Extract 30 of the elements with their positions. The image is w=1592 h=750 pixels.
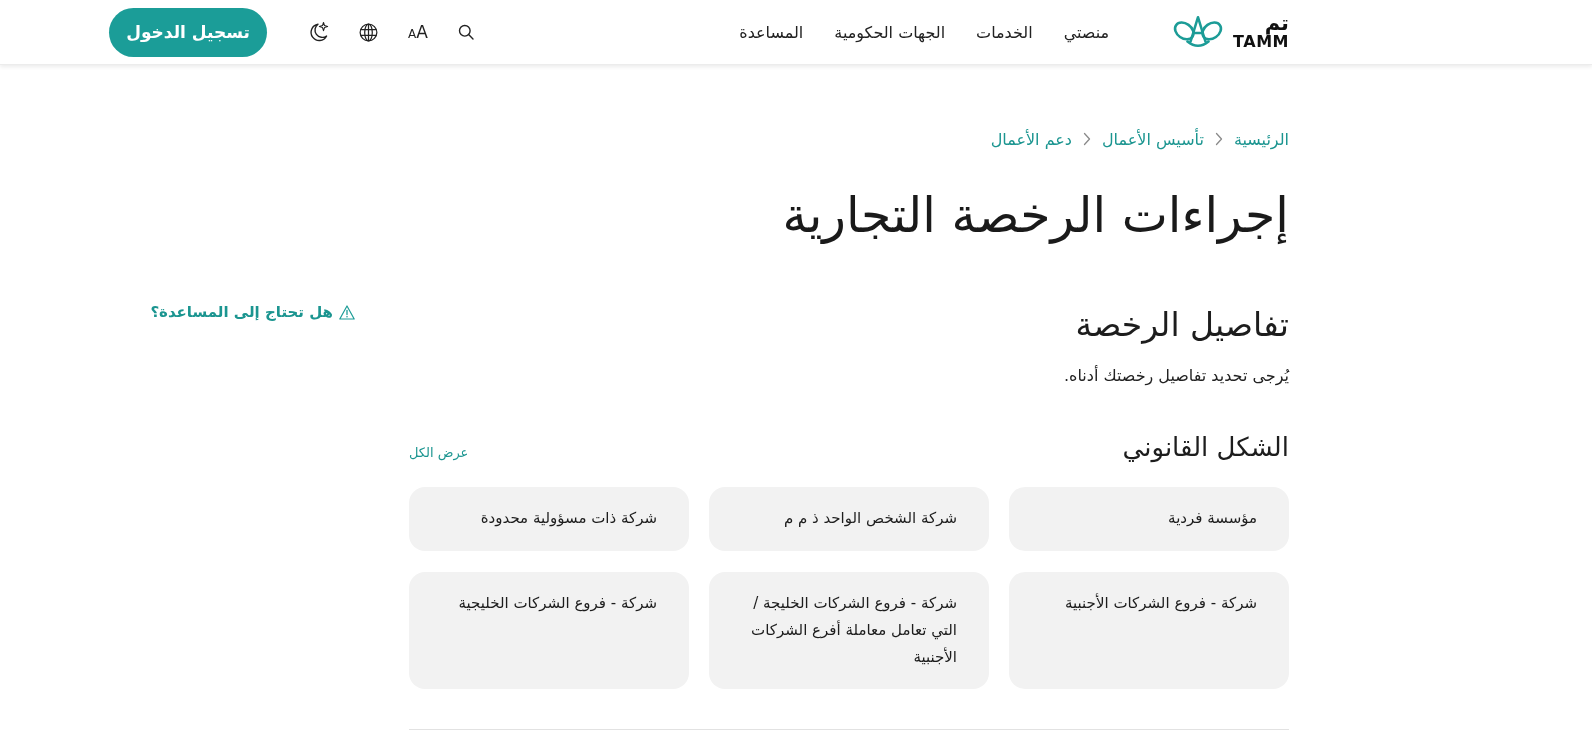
logo-arabic-text: تم — [1264, 14, 1289, 33]
nav-link[interactable]: منصتي — [1063, 22, 1110, 42]
chevron-icon — [1082, 132, 1091, 146]
nav-link[interactable]: المساعدة — [739, 22, 804, 42]
text-size-button[interactable]: AA — [408, 22, 428, 42]
breadcrumb-link[interactable]: دعم الأعمال — [990, 129, 1072, 149]
nav-link[interactable]: الخدمات — [976, 22, 1033, 42]
view-all-link[interactable]: عرض الكل — [409, 443, 469, 463]
legal-form-option[interactable]: شركة - فروع الشركات الخليجة / التي تعامل معاملة أفرع الشركات الأجنبية — [709, 572, 989, 689]
legal-form-option[interactable]: مؤسسة فردية — [1009, 487, 1289, 551]
legal-form-option[interactable]: شركة - فروع الشركات الخليجية — [409, 572, 689, 689]
chevron-icon — [1214, 132, 1223, 146]
globe-icon — [359, 22, 378, 42]
legal-form-option[interactable]: شركة - فروع الشركات الأجنبية — [1009, 572, 1289, 689]
warning-icon — [339, 304, 355, 320]
section-subtitle: يُرجى تحديد تفاصيل رخصتك أدناه. — [1063, 364, 1289, 388]
dark-mode-button[interactable] — [307, 21, 329, 43]
nav-link[interactable]: الجهات الحكومية — [834, 22, 946, 42]
legal-form-option[interactable]: شركة ذات مسؤولية محدودة — [409, 487, 689, 551]
page-title: إجراءات الرخصة التجارية — [781, 186, 1289, 246]
breadcrumb-link[interactable]: الرئيسية — [1233, 129, 1289, 149]
legal-form-option[interactable]: شركة الشخص الواحد ذ م م — [709, 487, 989, 551]
help-link[interactable]: هل تحتاج إلى المساعدة؟ — [150, 303, 355, 321]
breadcrumb-link[interactable]: تأسيس الأعمال — [1101, 129, 1204, 149]
legal-form-title: الشكل القانوني — [1122, 431, 1289, 464]
moon-icon — [307, 21, 329, 43]
section-title: تفاصيل الرخصة — [1074, 304, 1289, 346]
language-button[interactable] — [359, 22, 378, 42]
search-icon — [457, 24, 474, 40]
search-button[interactable] — [457, 24, 474, 40]
